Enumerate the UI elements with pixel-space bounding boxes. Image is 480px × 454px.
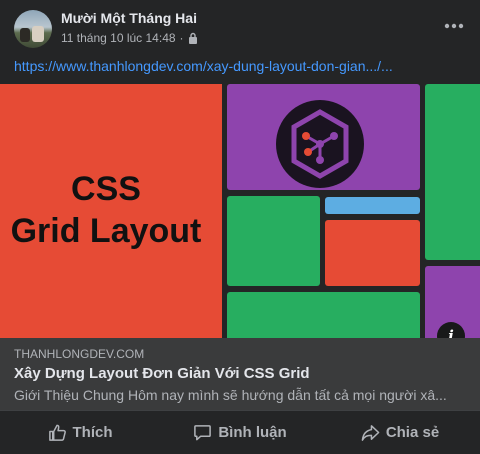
link-card-footer[interactable]: THANHLONGDEV.COM Xây Dựng Layout Đơn Giả… bbox=[0, 338, 480, 410]
tile-blue-bar bbox=[325, 197, 420, 214]
meta-separator: · bbox=[179, 31, 184, 45]
tile-green-bottom bbox=[227, 292, 420, 338]
comment-label: Bình luận bbox=[218, 424, 287, 441]
avatar[interactable] bbox=[14, 10, 52, 48]
share-button[interactable]: Chia sẻ bbox=[320, 411, 480, 454]
link-description: Giới Thiệu Chung Hôm nay mình sẽ hướng d… bbox=[14, 387, 447, 403]
facebook-post: Mười Một Tháng Hai 11 tháng 10 lúc 14:48… bbox=[0, 0, 480, 454]
more-options-button[interactable] bbox=[442, 14, 466, 38]
post-header: Mười Một Tháng Hai 11 tháng 10 lúc 14:48… bbox=[0, 0, 480, 52]
link-domain: THANHLONGDEV.COM bbox=[14, 347, 145, 361]
lock-icon[interactable] bbox=[188, 32, 198, 44]
link-title: Xây Dựng Layout Đơn Giản Với CSS Grid bbox=[14, 365, 310, 382]
tile-green-right-top bbox=[425, 84, 480, 260]
preview-hero-title: CSS Grid Layout bbox=[0, 168, 212, 252]
share-label: Chia sẻ bbox=[385, 424, 440, 441]
comment-icon bbox=[194, 425, 212, 441]
like-button[interactable]: Thích bbox=[0, 411, 160, 454]
post-link[interactable]: https://www.thanhlongdev.com/xay-dung-la… bbox=[14, 58, 466, 74]
like-label: Thích bbox=[72, 424, 113, 441]
comment-button[interactable]: Bình luận bbox=[160, 411, 320, 454]
post-meta: 11 tháng 10 lúc 14:48 · bbox=[61, 31, 198, 45]
post-timestamp[interactable]: 11 tháng 10 lúc 14:48 bbox=[61, 31, 176, 45]
author-name[interactable]: Mười Một Tháng Hai bbox=[61, 10, 197, 26]
tile-green-mid bbox=[227, 196, 320, 286]
thumbs-up-icon bbox=[48, 424, 66, 441]
hero-line-1: CSS bbox=[71, 170, 141, 208]
post-actions: Thích Bình luận Chia sẻ bbox=[0, 410, 480, 454]
hero-line-2: Grid Layout bbox=[10, 212, 202, 250]
css-grid-logo bbox=[276, 100, 364, 188]
link-preview-image[interactable]: CSS Grid Layout i bbox=[0, 84, 480, 338]
more-options-icon bbox=[444, 23, 464, 29]
hexagon-circuit-icon bbox=[291, 109, 349, 179]
tile-red-mid bbox=[325, 220, 420, 286]
share-arrow-icon bbox=[361, 425, 380, 441]
